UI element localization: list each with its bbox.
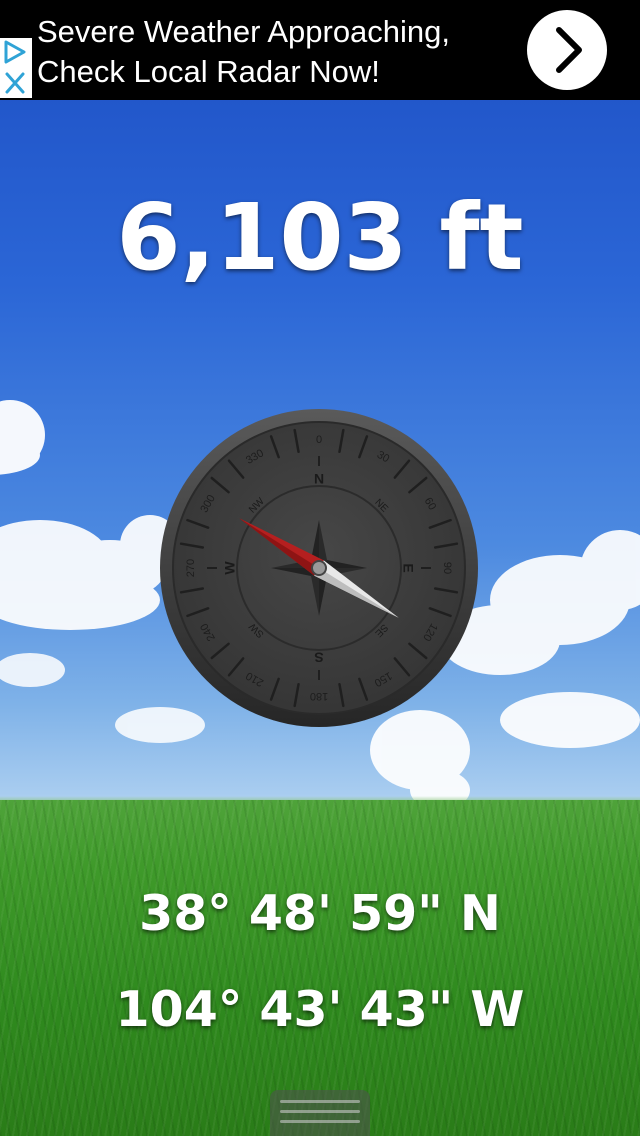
altimeter-screen: Severe Weather Approaching, Check Local …	[0, 0, 640, 1136]
adchoices-icon[interactable]	[0, 38, 32, 98]
grass-field	[0, 800, 640, 1136]
altitude-readout: 6,103 ft	[116, 184, 524, 291]
compass-direction-label: S	[314, 649, 323, 665]
compass-bearing-label: 90	[441, 562, 453, 574]
compass-bearing-label: 180	[310, 690, 328, 702]
compass: 0306090120150180210240270300330 NESWNESE…	[160, 409, 478, 727]
latitude-readout: 38° 48' 59" N	[139, 885, 501, 942]
compass-direction-label: N	[314, 471, 324, 487]
compass-bearing-label: 0	[316, 434, 322, 446]
compass-pivot	[311, 560, 327, 576]
compass-bearing-label: 270	[185, 559, 197, 577]
ad-line-1: Severe Weather Approaching,	[37, 14, 451, 49]
ad-line-2: Check Local Radar Now!	[37, 54, 380, 89]
drawer-handle-line	[280, 1100, 360, 1103]
drawer-handle-icon[interactable]	[270, 1090, 370, 1136]
ad-headline[interactable]: Severe Weather Approaching, Check Local …	[37, 12, 450, 92]
longitude-readout: 104° 43' 43" W	[115, 981, 525, 1038]
chevron-right-icon[interactable]	[527, 10, 607, 90]
ad-banner[interactable]: Severe Weather Approaching, Check Local …	[0, 0, 640, 100]
drawer-handle-line	[280, 1110, 360, 1113]
compass-direction-label: E	[400, 563, 416, 572]
drawer-handle-line	[280, 1120, 360, 1123]
compass-direction-label: W	[222, 561, 238, 575]
